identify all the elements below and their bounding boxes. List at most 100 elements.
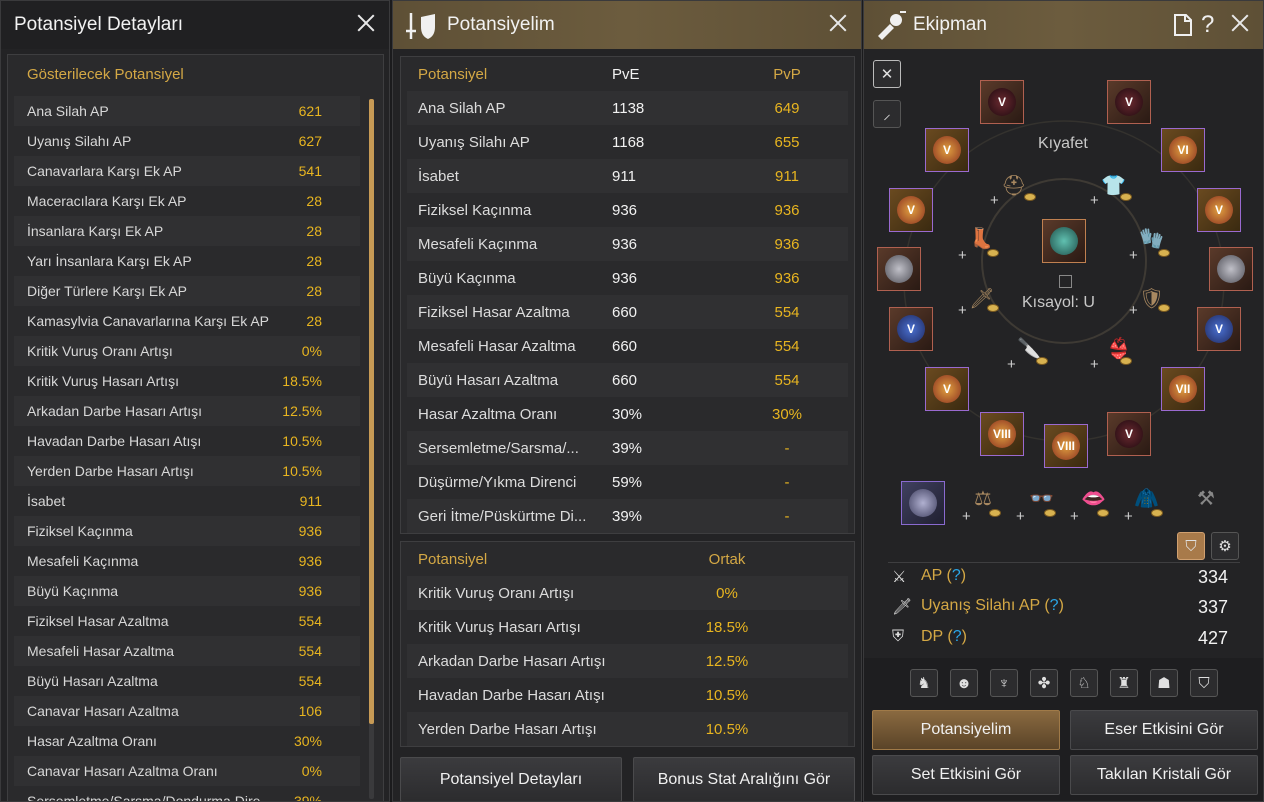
bonus-stat-range-button[interactable]: Bonus Stat Aralığını Gör [633,757,855,801]
help-icon[interactable]: ? [952,567,961,584]
table-header: Potansiyel Ortak [407,542,848,576]
costume-boots-icon[interactable]: 👢 [969,226,994,251]
equipment-slot[interactable] [1209,247,1253,291]
my-potential-button[interactable]: Potansiyelim [872,710,1060,750]
potential-value: 554 [298,673,322,689]
potential-label: Havadan Darbe Hasarı Atışı [27,433,202,449]
equipment-slot[interactable]: VIII [980,412,1024,456]
stat-name: Büyü Hasarı Azaltma [418,371,559,389]
table-row: Sersemletme/Sarsma/... 39% - [407,431,848,465]
demon-icon[interactable]: ♆ [990,669,1018,697]
table-row: Kritik Vuruş Hasarı Artışı 18.5% [407,610,848,644]
helper-icon[interactable]: ☗ [1150,669,1178,697]
close-icon[interactable] [825,10,851,36]
scrollbar-thumb[interactable] [369,99,374,724]
equipment-slot[interactable] [877,247,921,291]
equipment-slot[interactable]: V [889,307,933,351]
header-potential: Potansiyel [418,550,488,568]
stat-name: Arkadan Darbe Hasarı Artışı [418,652,606,670]
guard-icon[interactable]: ⛉ [1190,669,1218,697]
potential-label: Fiziksel Kaçınma [27,523,133,539]
table-row: Havadan Darbe Hasarı Atışı 10.5% [407,678,848,712]
potential-row: Havadan Darbe Hasarı Atışı 10.5% [14,426,360,456]
set-effect-button[interactable]: Set Etkisini Gör [872,755,1060,795]
settings-gear-icon[interactable]: ⚙ [1211,532,1239,560]
potential-label: Kamasylvia Canavarlarına Karşı Ek AP [27,313,269,329]
header-pve: PvE [612,65,640,83]
help-icon[interactable]: ? [1201,11,1214,39]
potential-toggle-icon[interactable]: ⛉ [1177,532,1205,560]
document-icon[interactable] [1173,14,1193,36]
help-icon[interactable]: ? [953,628,962,645]
pvp-value: - [784,473,790,491]
pvp-value: 649 [774,99,800,117]
awakening-ap-stat: 🗡 Uyanış Silahı AP (?) 337 [892,597,1228,617]
dp-stat: ⛨ DP (?) 427 [892,628,1228,648]
pve-value: 30% [612,405,643,423]
pvp-value: 936 [774,269,800,287]
potential-value: 10.5% [282,433,322,449]
potential-row: Kamasylvia Canavarlarına Karşı Ek AP 28 [14,306,360,336]
potential-label: Ana Silah AP [27,103,109,119]
stat-name: Hasar Azaltma Oranı [418,405,558,423]
enhancement-level [1217,255,1245,283]
camel-icon[interactable]: ♘ [1070,669,1098,697]
lifeskill-lips-icon[interactable]: 👄 [1081,486,1106,511]
potential-row: Büyü Hasarı Azaltma 554 [14,666,360,696]
equipment-slot[interactable]: V [1107,80,1151,124]
enhancement-level [885,255,913,283]
costume-gloves-icon[interactable]: 🧤 [1139,226,1164,251]
horse-icon[interactable]: ♞ [910,669,938,697]
potential-row: İsabet 911 [14,486,360,516]
sword-icon: ⚔ [892,569,907,586]
lifeskill-scale-icon[interactable]: ⚖ [974,486,992,511]
potential-details-button[interactable]: Potansiyel Detayları [400,757,622,801]
table-row: Fiziksel Hasar Azaltma 660 554 [407,295,848,329]
costume-label: Kıyafet [1038,135,1088,152]
equipment-slot[interactable]: V [1197,307,1241,351]
equipment-slot[interactable]: VII [1161,367,1205,411]
artifact-effect-button[interactable]: Eser Etkisini Gör [1070,710,1258,750]
potential-label: Büyü Kaçınma [27,583,119,599]
pvp-value: 936 [774,201,800,219]
elephant-icon[interactable]: ♜ [1110,669,1138,697]
potential-label: Maceracılara Karşı Ek AP [27,193,187,209]
table-row: Yerden Darbe Hasarı Artışı 10.5% [407,712,848,746]
potential-row: Kritik Vuruş Hasarı Artışı 18.5% [14,366,360,396]
equipment-slot[interactable]: VI [1161,128,1205,172]
lifeskill-glasses-icon[interactable]: 👓 [1029,486,1054,511]
header-potential: Potansiyel [418,65,488,83]
checkbox[interactable] [1059,275,1072,288]
equipment-slot[interactable]: V [925,367,969,411]
potential-row: Arkadan Darbe Hasarı Artışı 12.5% [14,396,360,426]
potential-row: Mesafeli Kaçınma 936 [14,546,360,576]
stat-name: Havadan Darbe Hasarı Atışı [418,686,605,704]
equipment-slot[interactable]: VIII [1044,424,1088,468]
paw-icon[interactable]: ✤ [1030,669,1058,697]
close-icon[interactable] [353,10,379,36]
lifeskill-tool-icon[interactable]: ⚒ [1197,486,1215,511]
pet-slot[interactable] [901,481,945,525]
equipment-slot[interactable]: V [925,128,969,172]
equipment-slot[interactable]: V [980,80,1024,124]
costume-helmet-icon[interactable]: ⛑ [1001,173,1026,198]
common-value: 18.5% [705,618,749,636]
equipment-slot[interactable]: V [1107,412,1151,456]
potential-row: İnsanlara Karşı Ek AP 28 [14,216,360,246]
mask-icon[interactable]: ☻ [950,669,978,697]
equipped-crystal-button[interactable]: Takılan Kristali Gör [1070,755,1258,795]
enhancement-level: V [1205,315,1233,343]
potential-label: Hasar Azaltma Oranı [27,733,157,749]
lifeskill-outfit-icon[interactable]: 🧥 [1134,486,1159,511]
alchemy-stone-slot[interactable] [1042,219,1086,263]
potential-value: 39% [293,793,322,802]
equipment-slot[interactable]: V [1197,188,1241,232]
potential-row: Canavar Hasarı Azaltma 106 [14,696,360,726]
table-row: Mesafeli Kaçınma 936 936 [407,227,848,261]
pve-value: 936 [612,269,638,287]
help-icon[interactable]: ? [1050,597,1059,614]
common-table: Potansiyel Ortak Kritik Vuruş Oranı Artı… [400,541,855,747]
potential-value: 621 [298,103,322,119]
equipment-slot[interactable]: V [889,188,933,232]
close-icon[interactable] [1227,10,1253,36]
